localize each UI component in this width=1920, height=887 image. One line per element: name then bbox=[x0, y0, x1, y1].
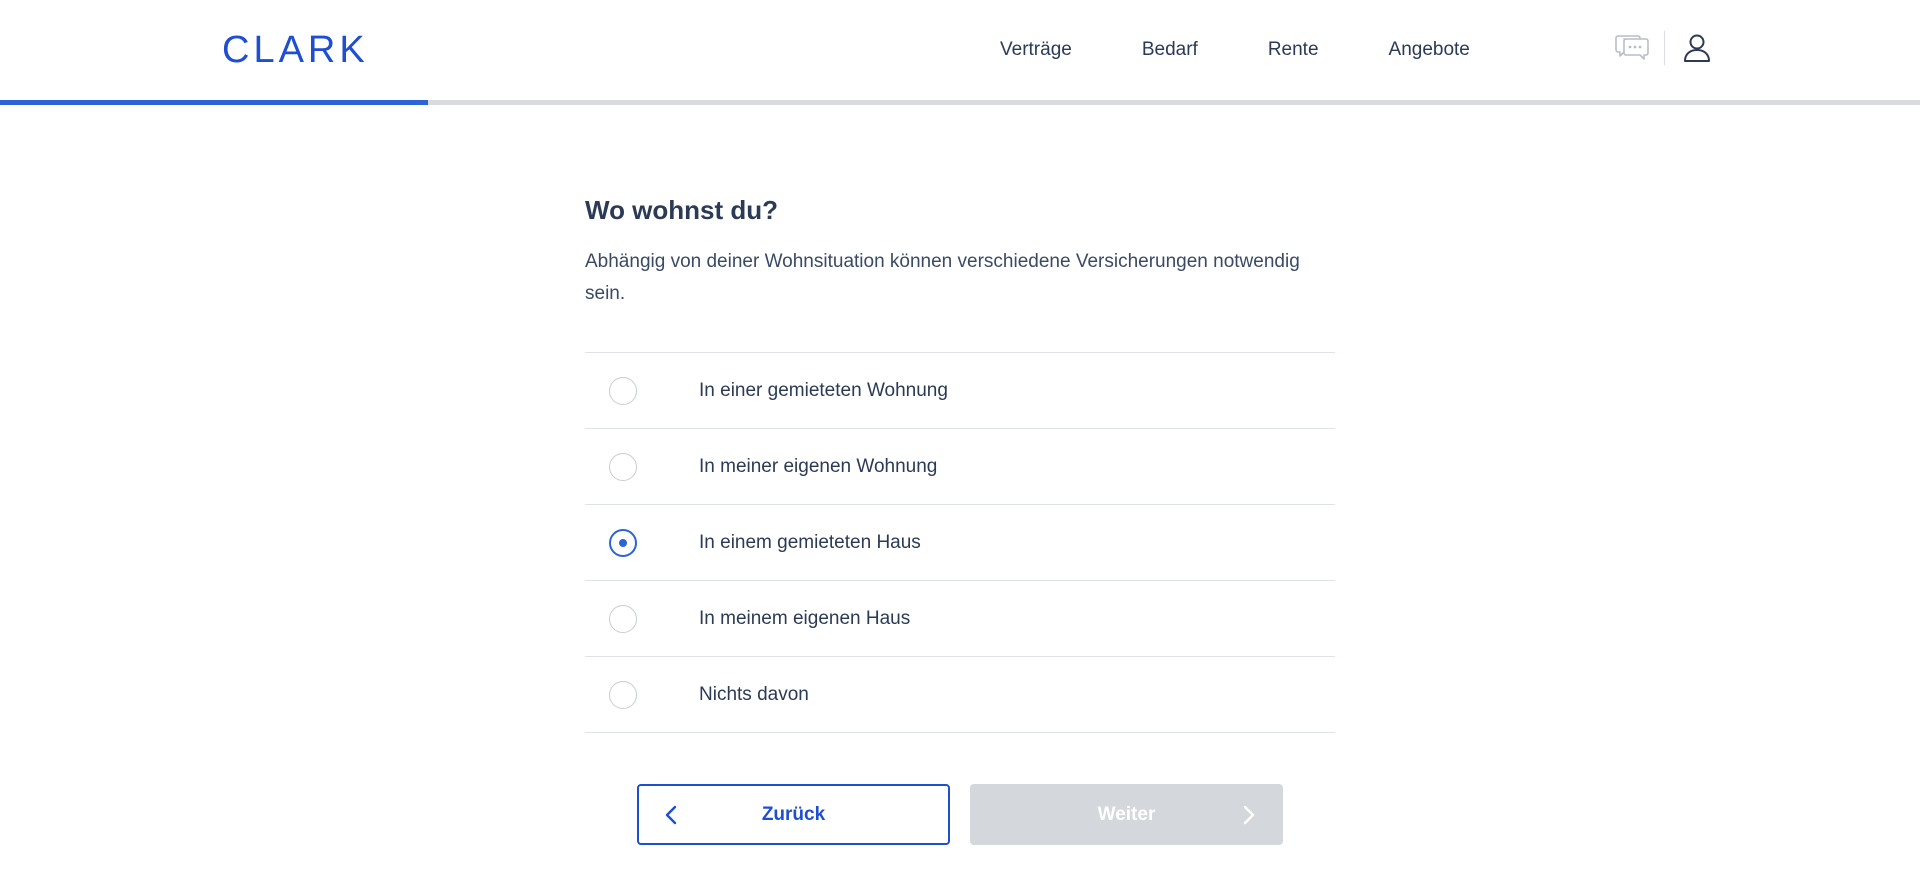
nav-item-vertraege[interactable]: Verträge bbox=[1000, 39, 1072, 61]
radio-button[interactable] bbox=[609, 604, 637, 633]
next-button[interactable]: Weiter bbox=[970, 784, 1283, 845]
progress-bar-fill bbox=[0, 100, 429, 105]
question-title: Wo wohnst du? bbox=[585, 195, 779, 225]
clark-logo[interactable]: CLARK bbox=[222, 30, 369, 70]
option-row[interactable]: In einem gemieteten Haus bbox=[585, 505, 1335, 581]
nav-item-bedarf[interactable]: Bedarf bbox=[1142, 39, 1198, 61]
option-row[interactable]: In meiner eigenen Wohnung bbox=[585, 429, 1335, 505]
option-row[interactable]: In meinem eigenen Haus bbox=[585, 581, 1335, 657]
chevron-right-icon bbox=[1241, 803, 1257, 827]
nav-item-angebote[interactable]: Angebote bbox=[1389, 39, 1470, 61]
question-description: Abhängig von deiner Wohnsituation können… bbox=[585, 251, 1300, 304]
back-button-label: Zurück bbox=[761, 803, 826, 825]
user-icon[interactable] bbox=[1681, 28, 1713, 68]
radio-button[interactable] bbox=[609, 376, 637, 405]
option-row[interactable]: Nichts davon bbox=[585, 657, 1335, 733]
back-button[interactable]: Zurück bbox=[637, 784, 950, 845]
radio-button[interactable] bbox=[609, 680, 637, 709]
progress-bar bbox=[0, 100, 1920, 105]
option-label: Nichts davon bbox=[699, 683, 809, 705]
radio-button[interactable] bbox=[609, 528, 637, 557]
navigation-buttons: Zurück Weiter bbox=[637, 784, 1284, 845]
option-label: In einer gemieteten Wohnung bbox=[699, 379, 948, 401]
header-divider bbox=[1664, 31, 1665, 65]
header-icons bbox=[1612, 28, 1713, 68]
top-header: CLARK Verträge Bedarf Rente Angebote bbox=[0, 0, 1920, 100]
radio-button[interactable] bbox=[609, 452, 637, 481]
main-nav: Verträge Bedarf Rente Angebote bbox=[1000, 36, 1470, 64]
question-panel: Wo wohnst du? Abhängig von deiner Wohnsi… bbox=[585, 190, 1335, 733]
next-button-label: Weiter bbox=[1097, 803, 1156, 825]
options-list: In einer gemieteten Wohnung In meiner ei… bbox=[585, 352, 1335, 733]
chat-icon[interactable] bbox=[1612, 28, 1652, 68]
option-label: In einem gemieteten Haus bbox=[699, 531, 921, 553]
option-label: In meiner eigenen Wohnung bbox=[699, 455, 938, 477]
option-label: In meinem eigenen Haus bbox=[699, 607, 911, 629]
nav-item-rente[interactable]: Rente bbox=[1268, 39, 1319, 61]
chevron-left-icon bbox=[663, 803, 679, 827]
option-row[interactable]: In einer gemieteten Wohnung bbox=[585, 353, 1335, 429]
